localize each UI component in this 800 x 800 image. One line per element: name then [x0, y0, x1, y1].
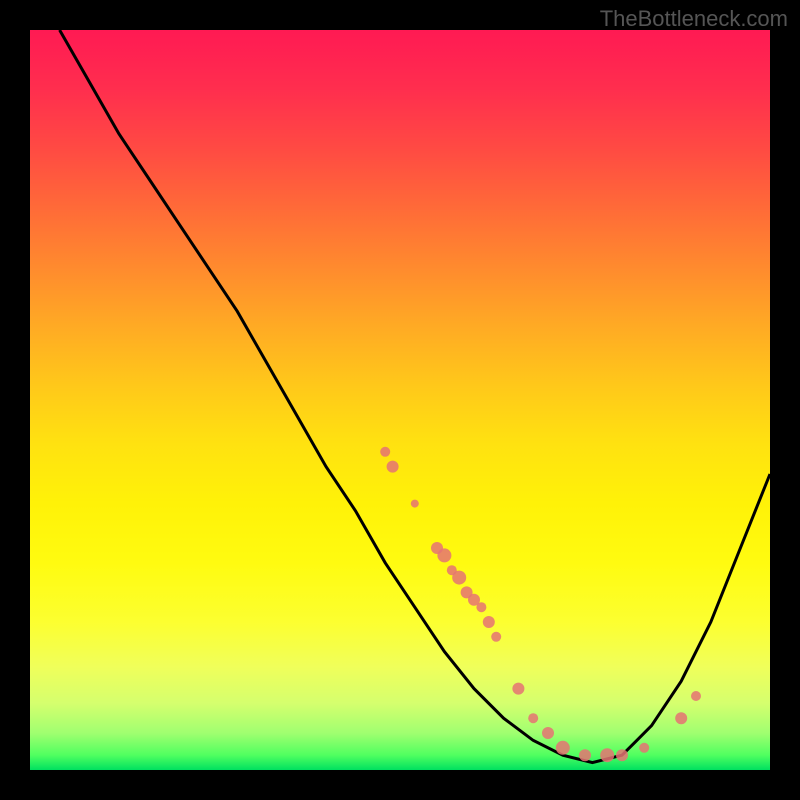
data-point [512, 683, 524, 695]
data-point [616, 749, 628, 761]
data-point [556, 741, 570, 755]
data-point [691, 691, 701, 701]
data-point [452, 571, 466, 585]
data-point [528, 713, 538, 723]
watermark-text: TheBottleneck.com [600, 6, 788, 32]
data-point [411, 500, 419, 508]
data-point [491, 632, 501, 642]
data-point [476, 602, 486, 612]
data-point [437, 548, 451, 562]
data-point [675, 712, 687, 724]
data-point [380, 447, 390, 457]
data-point [483, 616, 495, 628]
curve-layer [60, 30, 770, 763]
data-point [600, 748, 614, 762]
chart-svg [30, 30, 770, 770]
points-layer [380, 447, 701, 762]
data-point [579, 749, 591, 761]
data-point [639, 743, 649, 753]
data-point [387, 461, 399, 473]
data-point [542, 727, 554, 739]
plot-area [30, 30, 770, 770]
bottleneck-curve [60, 30, 770, 763]
